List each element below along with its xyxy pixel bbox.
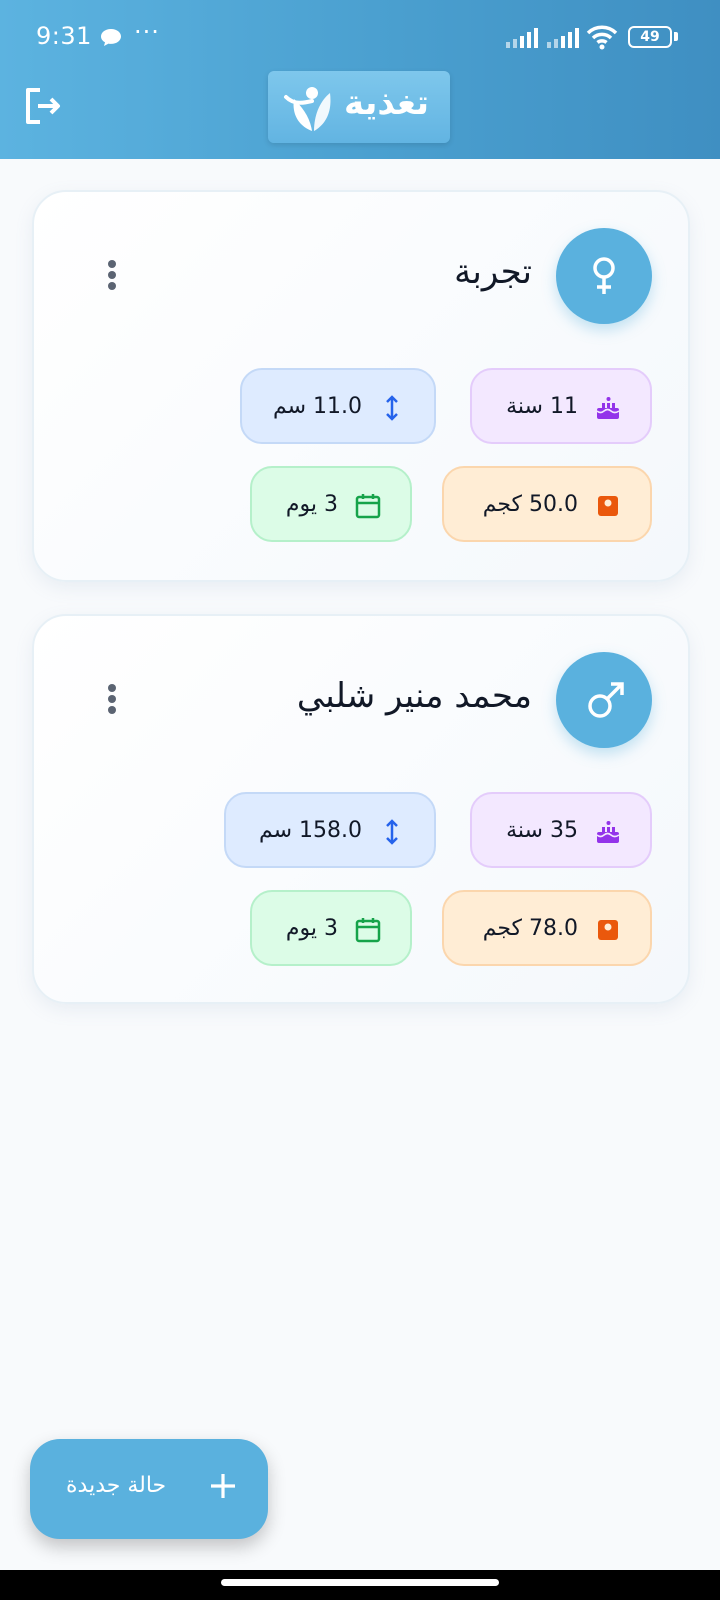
signal-icon-2: [547, 28, 579, 52]
plus-icon: [208, 1471, 238, 1505]
app-logo: تغذية: [268, 71, 450, 143]
system-nav-bar: [0, 1570, 720, 1600]
more-vertical-icon: [108, 684, 116, 692]
age-value: 35 سنة: [506, 818, 578, 843]
calendar-icon: [354, 492, 382, 520]
patient-card[interactable]: تجربة 11 سنة 11.0 سم 50.0 كجم 3 يوم: [32, 190, 690, 582]
chat-notification-icon: [100, 28, 122, 52]
weight-chip: 50.0 كجم: [442, 466, 652, 542]
weight-value: 50.0 كجم: [482, 492, 578, 517]
gender-avatar: [556, 228, 652, 324]
age-value: 11 سنة: [506, 394, 578, 419]
status-more-dots: ···: [134, 18, 160, 46]
gender-avatar: [556, 652, 652, 748]
height-value: 11.0 سم: [272, 394, 362, 419]
cake-icon: [594, 818, 622, 846]
battery-icon: 49: [628, 26, 678, 48]
days-chip: 3 يوم: [250, 890, 412, 966]
signal-icon: [506, 28, 538, 52]
more-vertical-icon: [108, 260, 116, 268]
days-value: 3 يوم: [285, 916, 338, 941]
status-time: 9:31: [36, 22, 92, 50]
app-name: تغذية: [344, 83, 429, 123]
status-bar: 9:31 ··· 49: [0, 18, 720, 58]
days-chip: 3 يوم: [250, 466, 412, 542]
more-options-button[interactable]: [104, 260, 120, 296]
height-chip: 158.0 سم: [224, 792, 436, 868]
logout-icon: [26, 88, 60, 124]
scale-icon: [594, 492, 622, 520]
weight-chip: 78.0 كجم: [442, 890, 652, 966]
female-icon: [593, 257, 615, 294]
weight-value: 78.0 كجم: [482, 916, 578, 941]
new-case-label: حالة جديدة: [66, 1473, 167, 1498]
height-chip: 11.0 سم: [240, 368, 436, 444]
male-icon: [588, 682, 624, 718]
height-arrows-icon: [378, 818, 406, 846]
scale-icon: [594, 916, 622, 944]
wifi-icon: [586, 24, 618, 54]
age-chip: 11 سنة: [470, 368, 652, 444]
age-chip: 35 سنة: [470, 792, 652, 868]
new-case-button[interactable]: حالة جديدة: [30, 1439, 268, 1539]
home-gesture-handle[interactable]: [221, 1579, 499, 1586]
calendar-icon: [354, 916, 382, 944]
more-options-button[interactable]: [104, 684, 120, 720]
patient-card[interactable]: محمد منير شلبي 35 سنة 158.0 سم 78.0 كجم …: [32, 614, 690, 1004]
patient-name: محمد منير شلبي: [296, 676, 532, 716]
days-value: 3 يوم: [285, 492, 338, 517]
logout-button[interactable]: [22, 86, 64, 128]
app-header: 9:31 ··· 49 تغذية: [0, 0, 720, 159]
height-value: 158.0 سم: [258, 818, 362, 843]
leaf-person-logo-icon: [282, 81, 338, 137]
patient-name: تجربة: [454, 252, 532, 292]
battery-level: 49: [628, 26, 672, 48]
height-arrows-icon: [378, 394, 406, 422]
cake-icon: [594, 394, 622, 422]
